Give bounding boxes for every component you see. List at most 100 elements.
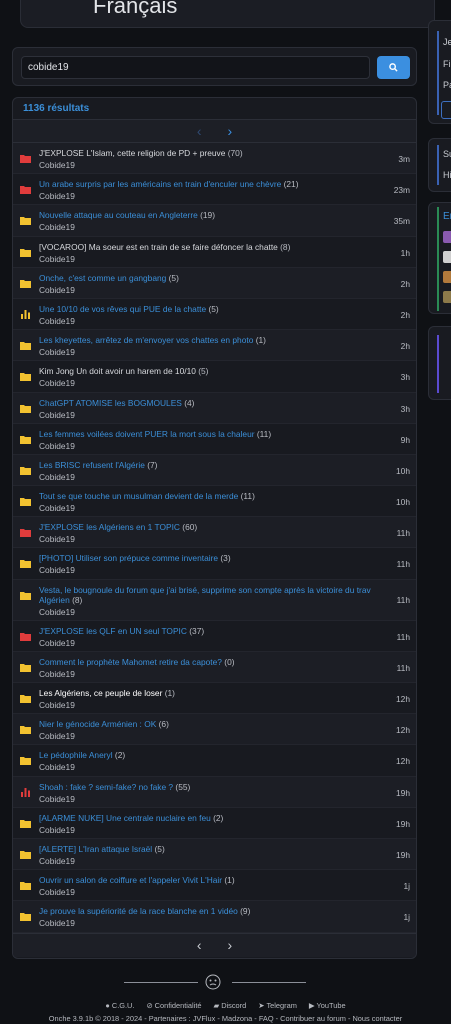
topic-link[interactable]: J'EXPLOSE les Algériens en 1 TOPIC xyxy=(39,522,180,532)
avatar[interactable] xyxy=(443,251,451,263)
topic-author[interactable]: Cobide19 xyxy=(39,607,75,617)
topic-link[interactable]: [PHOTO] Utiliser son prépuce comme inven… xyxy=(39,553,218,563)
footer-link-cgu[interactable]: ● C.G.U. xyxy=(105,1001,134,1010)
topic-row[interactable]: J'EXPLOSE L'Islam, cette religion de PD … xyxy=(13,143,416,175)
topic-author[interactable]: Cobide19 xyxy=(39,316,75,326)
topic-author[interactable]: Cobide19 xyxy=(39,254,75,264)
topic-link[interactable]: Les kheyettes, arrêtez de m'envoyer vos … xyxy=(39,335,253,345)
folder-icon xyxy=(20,248,31,257)
topic-link[interactable]: Onche, c'est comme un gangbang xyxy=(39,273,166,283)
topic-link[interactable]: Une 10/10 de vos rêves qui PUE de la cha… xyxy=(39,304,206,314)
topic-link[interactable]: J'EXPLOSE L'Islam, cette religion de PD … xyxy=(39,148,225,158)
topic-row[interactable]: Nouvelle attaque au couteau en Angleterr… xyxy=(13,205,416,237)
topic-link[interactable]: Les Algériens, ce peuple de loser xyxy=(39,688,162,698)
topic-link[interactable]: Nier le génocide Arménien : OK xyxy=(39,719,156,729)
topic-author[interactable]: Cobide19 xyxy=(39,347,75,357)
topic-author[interactable]: Cobide19 xyxy=(39,222,75,232)
topic-row[interactable]: Le pédophile Aneryl (2) Cobide19 12h xyxy=(13,745,416,777)
sidebar-link[interactable]: Hi xyxy=(443,170,451,180)
topic-author[interactable]: Cobide19 xyxy=(39,378,75,388)
topic-author[interactable]: Cobide19 xyxy=(39,887,75,897)
topic-author[interactable]: Cobide19 xyxy=(39,918,75,928)
topic-author[interactable]: Cobide19 xyxy=(39,441,75,451)
topic-row[interactable]: Les kheyettes, arrêtez de m'envoyer vos … xyxy=(13,330,416,362)
topic-author[interactable]: Cobide19 xyxy=(39,669,75,679)
chevron-right-icon[interactable]: › xyxy=(228,937,233,953)
topic-row[interactable]: Une 10/10 de vos rêves qui PUE de la cha… xyxy=(13,298,416,331)
topic-row[interactable]: Les Algériens, ce peuple de loser (1) Cob… xyxy=(13,683,416,715)
top-banner: Français xyxy=(20,0,435,28)
topic-row[interactable]: Les femmes voilées doivent PUER la mort … xyxy=(13,423,416,455)
search-input[interactable] xyxy=(21,56,370,79)
footer-link-youtube[interactable]: ▶ YouTube xyxy=(309,1001,346,1010)
topic-row[interactable]: Je prouve la supériorité de la race blan… xyxy=(13,901,416,933)
footer-link-discord[interactable]: ▰ Discord xyxy=(214,1001,247,1010)
topic-row[interactable]: [ALARME NUKE] Une centrale nuclaire en f… xyxy=(13,807,416,839)
topic-row[interactable]: Comment le prophète Mahomet retire da ca… xyxy=(13,651,416,683)
topic-link[interactable]: Vesta, le bougnoule du forum que j'ai br… xyxy=(39,585,371,605)
search-button[interactable] xyxy=(377,56,410,79)
topic-title: Le pédophile Aneryl (2) xyxy=(39,750,125,760)
footer-link-telegram[interactable]: ➤ Telegram xyxy=(258,1001,297,1010)
topic-author[interactable]: Cobide19 xyxy=(39,472,75,482)
topic-author[interactable]: Cobide19 xyxy=(39,191,75,201)
topic-row[interactable]: Shoah : fake ? semi-fake? no fake ? (55)… xyxy=(13,776,416,808)
topic-link[interactable]: [VOCAROO] Ma soeur est en train de se fa… xyxy=(39,242,278,252)
avatar[interactable] xyxy=(443,291,451,303)
topic-link[interactable]: Les femmes voilées doivent PUER la mort … xyxy=(39,429,255,439)
topic-link[interactable]: [ALARME NUKE] Une centrale nuclaire en f… xyxy=(39,813,211,823)
topic-author[interactable]: Cobide19 xyxy=(39,762,75,772)
topic-row[interactable]: Ouvrir un salon de coiffure et l'appeler… xyxy=(13,870,416,902)
topic-row[interactable]: Un arabe surpris par les américains en t… xyxy=(13,174,416,206)
topic-author[interactable]: Cobide19 xyxy=(39,410,75,420)
topic-link[interactable]: Comment le prophète Mahomet retire da ca… xyxy=(39,657,222,667)
chevron-right-icon[interactable]: › xyxy=(228,123,233,139)
topic-author[interactable]: Cobide19 xyxy=(39,731,75,741)
topic-link[interactable]: [ALERTE] L'Iran attaque Israël xyxy=(39,844,152,854)
topic-author[interactable]: Cobide19 xyxy=(39,160,75,170)
topic-link[interactable]: Un arabe surpris par les américains en t… xyxy=(39,179,281,189)
topic-link[interactable]: Kim Jong Un doit avoir un harem de 10/10 xyxy=(39,366,196,376)
topic-row[interactable]: [ALERTE] L'Iran attaque Israël (5) Cobide… xyxy=(13,838,416,871)
topic-title: Un arabe surpris par les américains en t… xyxy=(39,179,299,189)
folder-icon xyxy=(20,726,31,735)
topic-author[interactable]: Cobide19 xyxy=(39,565,75,575)
folder-icon xyxy=(20,217,31,226)
topic-link[interactable]: Je prouve la supériorité de la race blan… xyxy=(39,906,238,916)
topic-author[interactable]: Cobide19 xyxy=(39,638,75,648)
topic-link[interactable]: J'EXPLOSE les QLF en UN seul TOPIC xyxy=(39,626,187,636)
topic-author[interactable]: Cobide19 xyxy=(39,700,75,710)
topic-row[interactable]: Nier le génocide Arménien : OK (6) Cobide… xyxy=(13,714,416,746)
topic-author[interactable]: Cobide19 xyxy=(39,794,75,804)
topic-row[interactable]: J'EXPLOSE les QLF en UN seul TOPIC (37) C… xyxy=(13,620,416,652)
topic-link[interactable]: Ouvrir un salon de coiffure et l'appeler… xyxy=(39,875,222,885)
topic-author[interactable]: Cobide19 xyxy=(39,825,75,835)
topic-link[interactable]: Le pédophile Aneryl xyxy=(39,750,113,760)
topic-row[interactable]: ChatGPT ATOMISE les BOGMOULES (4) Cobide1… xyxy=(13,392,416,424)
topic-author[interactable]: Cobide19 xyxy=(39,856,75,866)
reply-count: (9) xyxy=(240,906,251,917)
topic-row[interactable]: [PHOTO] Utiliser son prépuce comme inven… xyxy=(13,548,416,580)
topic-link[interactable]: ChatGPT ATOMISE les BOGMOULES xyxy=(39,398,182,408)
topic-row[interactable]: [VOCAROO] Ma soeur est en train de se fa… xyxy=(13,236,416,268)
topic-author[interactable]: Cobide19 xyxy=(39,503,75,513)
topic-row[interactable]: Vesta, le bougnoule du forum que j'ai br… xyxy=(13,579,416,621)
topic-row[interactable]: Kim Jong Un doit avoir un harem de 10/10… xyxy=(13,361,416,393)
topic-author[interactable]: Cobide19 xyxy=(39,534,75,544)
topic-row[interactable]: Onche, c'est comme un gangbang (5) Cobide… xyxy=(13,267,416,299)
sidebar-button[interactable] xyxy=(441,101,451,119)
avatar[interactable] xyxy=(443,231,451,243)
topic-row[interactable]: J'EXPLOSE les Algériens en 1 TOPIC (60) C… xyxy=(13,517,416,549)
sidebar-link[interactable]: Su xyxy=(443,149,451,159)
topic-link[interactable]: Shoah : fake ? semi-fake? no fake ? xyxy=(39,782,173,792)
topic-link[interactable]: Les BRISC refusent l'Algérie xyxy=(39,460,145,470)
sidebar-box-title: Er xyxy=(443,211,451,222)
avatar[interactable] xyxy=(443,271,451,283)
topic-link[interactable]: Tout se que touche un musulman devient d… xyxy=(39,491,238,501)
footer-link-privacy[interactable]: ⊘ Confidentialité xyxy=(146,1001,201,1010)
topic-link[interactable]: Nouvelle attaque au couteau en Angleterr… xyxy=(39,210,198,220)
topic-row[interactable]: Les BRISC refusent l'Algérie (7) Cobide19… xyxy=(13,454,416,487)
topic-title: J'EXPLOSE L'Islam, cette religion de PD … xyxy=(39,148,243,158)
topic-row[interactable]: Tout se que touche un musulman devient d… xyxy=(13,486,416,518)
topic-author[interactable]: Cobide19 xyxy=(39,285,75,295)
